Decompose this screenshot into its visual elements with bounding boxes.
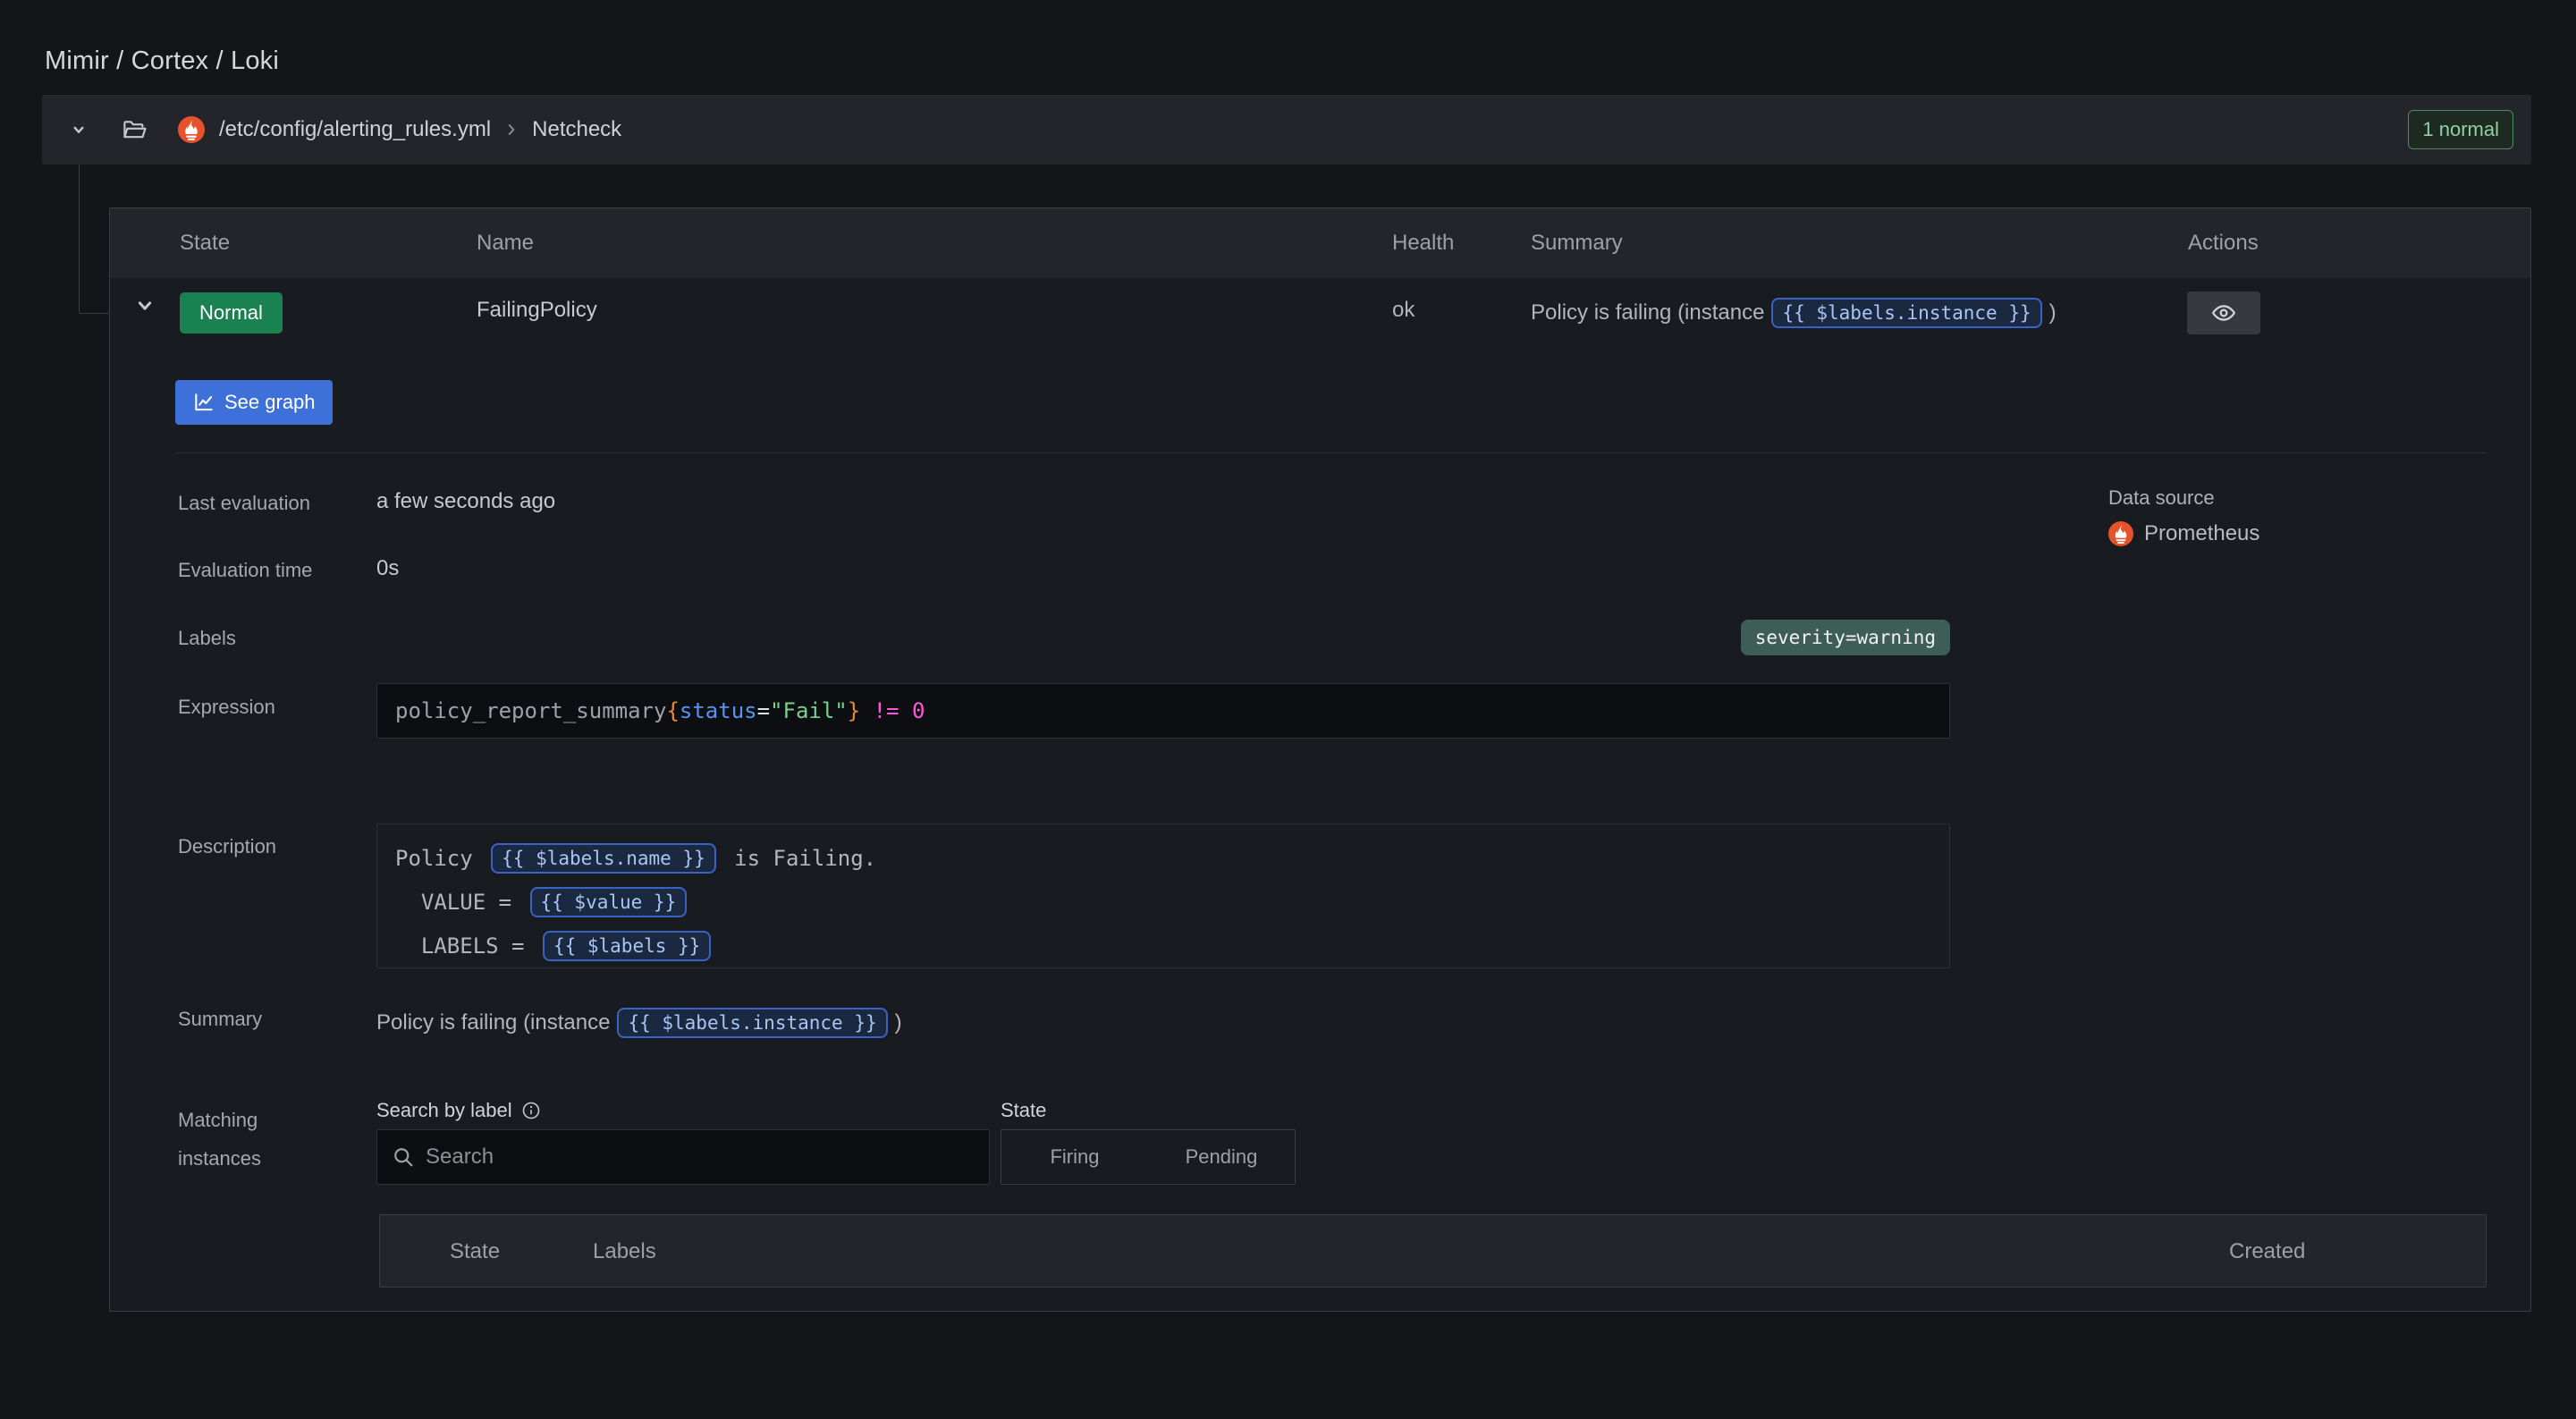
column-header-state: State [180, 231, 230, 256]
chevron-right-icon [502, 120, 521, 139]
instances-column-state: State [450, 1239, 500, 1264]
matching-instances-label-line2: instances [178, 1147, 261, 1170]
description-text: Policy [395, 846, 486, 871]
matching-instances-label-line1: Matching [178, 1109, 258, 1132]
description-text: is Failing. [722, 846, 876, 871]
datasource-name: Prometheus [2144, 521, 2259, 546]
rule-group-header[interactable]: /etc/config/alerting_rules.yml Netcheck … [42, 95, 2531, 165]
expression-label-key: status [680, 698, 757, 723]
expression-brace-close: } [848, 698, 860, 723]
summary-text: Policy is failing (instance [376, 1010, 610, 1035]
instances-column-created: Created [2229, 1239, 2305, 1264]
last-evaluation-label: Last evaluation [178, 492, 310, 515]
expression-code: policy_report_summary{status="Fail"} != … [376, 683, 1950, 739]
summary-suffix: ) [895, 1010, 902, 1035]
summary-label: Summary [178, 1008, 262, 1031]
see-graph-button[interactable]: See graph [175, 380, 333, 425]
template-chip: {{ $labels }} [543, 931, 711, 961]
expression-label: Expression [178, 696, 275, 719]
template-chip: {{ $labels.name }} [491, 843, 716, 874]
description-line: VALUE = {{ $value }} [395, 880, 1949, 924]
datasource-label: Data source [2108, 486, 2215, 510]
last-evaluation-value: a few seconds ago [376, 489, 555, 514]
template-chip: {{ $labels.instance }} [1771, 298, 2041, 328]
expression-metric: policy_report_summary [395, 698, 666, 723]
column-header-health: Health [1392, 231, 1454, 256]
rule-group-name: Netcheck [532, 117, 621, 142]
expression-string: "Fail" [770, 698, 848, 723]
description-text: VALUE = [395, 890, 525, 915]
section-divider [175, 452, 2487, 453]
severity-label-tag: severity=warning [1741, 620, 1950, 655]
state-filter-group: Firing Pending [1001, 1129, 1296, 1185]
search-by-label-text: Search by label [376, 1099, 512, 1122]
page-title: Mimir / Cortex / Loki [45, 46, 279, 76]
expression-operator: != [860, 698, 912, 723]
eye-icon [2210, 300, 2237, 326]
rule-health: ok [1392, 298, 1415, 323]
evaluation-time-value: 0s [376, 556, 399, 581]
column-header-name: Name [477, 231, 534, 256]
description-line: LABELS = {{ $labels }} [395, 924, 1949, 967]
state-filter-label: State [1001, 1099, 1046, 1122]
rules-table-panel: State Name Health Summary Actions Normal… [109, 207, 2531, 1312]
description-label: Description [178, 835, 276, 858]
row-expand-chevron-icon[interactable] [131, 292, 158, 319]
collapse-chevron-icon[interactable] [67, 118, 90, 141]
instances-column-labels: Labels [593, 1239, 656, 1264]
description-line: Policy {{ $labels.name }} is Failing. [395, 836, 1949, 880]
prometheus-icon [2108, 521, 2133, 546]
view-rule-button[interactable] [2187, 291, 2260, 334]
column-header-summary: Summary [1531, 231, 1623, 256]
labels-label: Labels [178, 627, 236, 650]
see-graph-label: See graph [224, 391, 316, 414]
filter-firing-button[interactable]: Firing [1001, 1130, 1148, 1184]
filter-pending-button[interactable]: Pending [1148, 1130, 1295, 1184]
summary-text: Policy is failing (instance [1531, 300, 1764, 325]
search-input[interactable] [376, 1129, 990, 1185]
search-by-label-field-label: Search by label [376, 1099, 542, 1122]
folder-icon [121, 116, 148, 143]
summary-suffix: ) [2049, 300, 2057, 325]
description-box: Policy {{ $labels.name }} is Failing. VA… [376, 824, 1950, 968]
rule-state-badge: Normal [180, 292, 283, 334]
prometheus-icon [178, 116, 205, 143]
evaluation-time-label: Evaluation time [178, 559, 312, 582]
template-chip: {{ $value }} [530, 887, 688, 917]
chart-line-icon [192, 391, 215, 414]
expression-equals: = [757, 698, 770, 723]
description-text: LABELS = [395, 933, 537, 959]
rule-summary-cell: Policy is failing (instance {{ $labels.i… [1531, 291, 2057, 335]
info-icon[interactable] [520, 1100, 542, 1121]
summary-value: Policy is failing (instance {{ $labels.i… [376, 1001, 902, 1045]
expression-brace-open: { [666, 698, 679, 723]
column-header-actions: Actions [2188, 231, 2259, 256]
indent-guide-horizontal [80, 313, 109, 314]
template-chip: {{ $labels.instance }} [617, 1008, 887, 1038]
rule-name: FailingPolicy [477, 298, 597, 323]
indent-guide-vertical [79, 165, 80, 313]
rules-table-header: State Name Health Summary Actions [110, 208, 2530, 278]
expression-number: 0 [912, 698, 925, 723]
group-state-badge: 1 normal [2408, 110, 2513, 149]
rule-file-path: /etc/config/alerting_rules.yml [219, 117, 491, 142]
datasource-row: Prometheus [2108, 521, 2259, 546]
instances-table-header: State Labels Created [379, 1214, 2487, 1288]
